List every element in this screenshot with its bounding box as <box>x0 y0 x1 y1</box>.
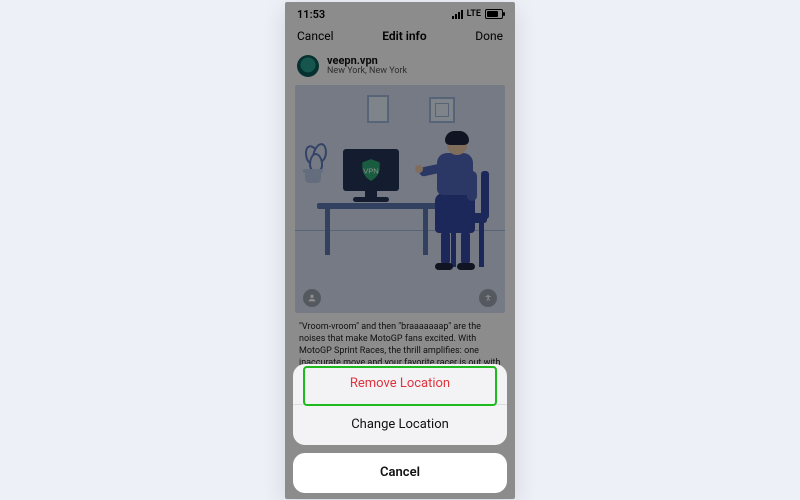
nav-bar: Cancel Edit info Done <box>285 23 515 51</box>
status-time: 11:53 <box>297 8 325 21</box>
network-label: LTE <box>467 9 481 19</box>
account-row[interactable]: veepn.vpn New York, New York <box>285 51 515 83</box>
action-sheet: Remove Location Change Location Cancel <box>293 364 507 493</box>
battery-icon <box>485 9 503 19</box>
caption-text[interactable]: "Vroom-vroom" and then "braaaaaaap" are … <box>285 313 515 370</box>
vpn-shield-icon: VPN <box>358 157 384 183</box>
accessibility-button[interactable] <box>479 289 497 307</box>
username: veepn.vpn <box>327 55 407 67</box>
wall-frame-icon <box>367 95 389 123</box>
signal-bars-icon <box>452 10 463 19</box>
tag-people-button[interactable] <box>303 289 321 307</box>
change-location-button[interactable]: Change Location <box>293 404 507 445</box>
status-bar: 11:53 LTE <box>285 2 515 23</box>
phone-frame: 11:53 LTE Cancel Edit info Done veepn. <box>285 2 515 499</box>
svg-text:VPN: VPN <box>363 166 379 175</box>
post-illustration: VPN <box>295 85 505 313</box>
monitor-icon <box>343 149 399 191</box>
plant-icon <box>305 171 321 183</box>
avatar <box>297 55 319 77</box>
account-location: New York, New York <box>327 67 407 77</box>
nav-cancel-button[interactable]: Cancel <box>297 29 334 43</box>
remove-location-button[interactable]: Remove Location <box>293 364 507 404</box>
cancel-button[interactable]: Cancel <box>293 453 507 493</box>
wall-frame-icon <box>429 97 455 123</box>
nav-done-button[interactable]: Done <box>475 29 503 43</box>
nav-title: Edit info <box>382 29 426 43</box>
